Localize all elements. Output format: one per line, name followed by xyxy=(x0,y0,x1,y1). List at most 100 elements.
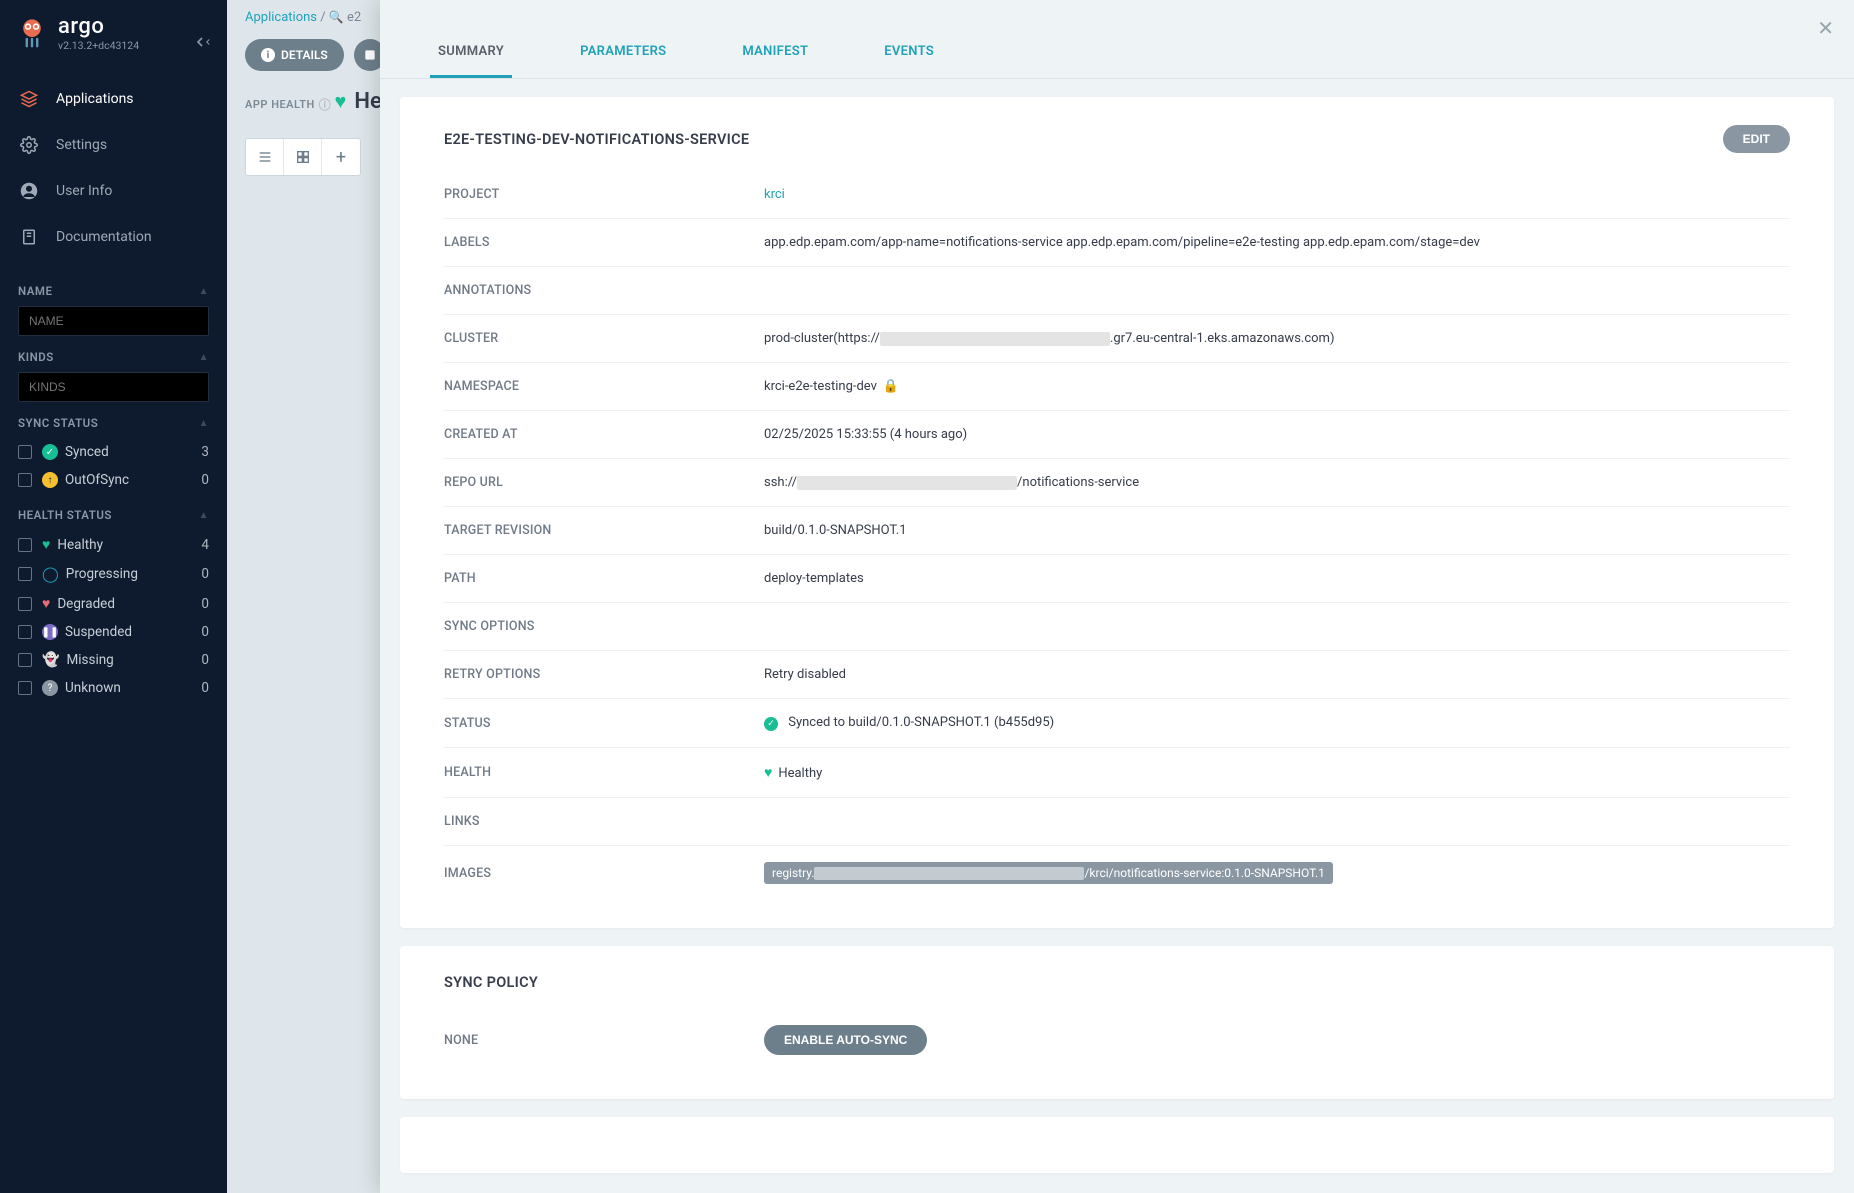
syncpolicy-title: SYNC POLICY xyxy=(444,974,538,991)
path-value: deploy-templates xyxy=(764,571,1790,586)
status-value: ✓ Synced to build/0.1.0-SNAPSHOT.1 (b455… xyxy=(764,715,1790,731)
filter-healthstatus-head: HEALTH STATUS xyxy=(18,508,112,522)
caret-up-icon[interactable]: ▲ xyxy=(199,286,209,297)
app-title: E2E-TESTING-DEV-NOTIFICATIONS-SERVICE xyxy=(444,131,749,148)
lock-icon: 🔒 xyxy=(883,379,899,394)
health-suspended-row[interactable]: ❚❚ Suspended 0 xyxy=(18,618,209,646)
filter-item-count: 0 xyxy=(201,472,209,488)
heart-icon: ♥ xyxy=(335,89,347,114)
enable-autosync-button[interactable]: ENABLE AUTO-SYNC xyxy=(764,1025,927,1055)
filter-kinds-input[interactable] xyxy=(18,372,209,402)
view-toolbar: + xyxy=(245,138,361,176)
broken-heart-icon: ♥ xyxy=(42,595,50,612)
nav-userinfo[interactable]: User Info xyxy=(0,168,227,214)
caret-up-icon[interactable]: ▲ xyxy=(199,418,209,429)
details-button[interactable]: i DETAILS xyxy=(245,39,344,71)
nav-documentation[interactable]: Documentation xyxy=(0,214,227,260)
field-label: CREATED AT xyxy=(444,427,764,442)
filter-item-count: 3 xyxy=(201,444,209,460)
checkbox-icon[interactable] xyxy=(18,597,32,611)
progressing-icon: ◯ xyxy=(42,565,59,583)
search-icon: 🔍 xyxy=(329,10,344,24)
health-progressing-row[interactable]: ◯ Progressing 0 xyxy=(18,559,209,589)
filter-item-label: Progressing xyxy=(66,566,138,582)
info-circle-icon: i xyxy=(261,48,275,62)
field-label: ANNOTATIONS xyxy=(444,283,764,298)
tab-manifest[interactable]: MANIFEST xyxy=(734,44,816,78)
health-degraded-row[interactable]: ♥ Degraded 0 xyxy=(18,589,209,618)
arrow-up-circle-icon: ↑ xyxy=(42,472,58,488)
field-label: SYNC OPTIONS xyxy=(444,619,764,634)
field-label: LINKS xyxy=(444,814,764,829)
pause-circle-icon: ❚❚ xyxy=(42,624,58,640)
nav-label: User Info xyxy=(56,183,112,199)
field-label: RETRY OPTIONS xyxy=(444,667,764,682)
tab-summary[interactable]: SUMMARY xyxy=(430,44,512,78)
checkbox-icon[interactable] xyxy=(18,625,32,639)
details-panel: ✕ SUMMARY PARAMETERS MANIFEST EVENTS E2E… xyxy=(380,0,1854,1193)
close-button[interactable]: ✕ xyxy=(1817,16,1834,40)
argo-logo-icon xyxy=(16,17,48,49)
checkbox-icon[interactable] xyxy=(18,538,32,552)
filter-item-label: Healthy xyxy=(57,537,103,553)
brand-version: v2.13.2+dc43124 xyxy=(58,39,139,52)
targetrev-value: build/0.1.0-SNAPSHOT.1 xyxy=(764,523,1790,538)
checkbox-icon[interactable] xyxy=(18,653,32,667)
health-missing-row[interactable]: 👻 Missing 0 xyxy=(18,646,209,674)
breadcrumb-root[interactable]: Applications xyxy=(245,10,317,25)
zoom-in-button[interactable]: + xyxy=(322,139,360,175)
tab-parameters[interactable]: PARAMETERS xyxy=(572,44,674,78)
sync-outofsync-row[interactable]: ↑ OutOfSync 0 xyxy=(18,466,209,494)
checkbox-icon[interactable] xyxy=(18,473,32,487)
nav-label: Settings xyxy=(56,137,107,153)
check-circle-icon: ✓ xyxy=(764,717,778,731)
health-value: ♥Healthy xyxy=(764,764,1790,781)
check-circle-icon: ✓ xyxy=(42,444,58,460)
sync-synced-row[interactable]: ✓ Synced 3 xyxy=(18,438,209,466)
brand-name: argo xyxy=(58,14,139,39)
createdat-value: 02/25/2025 15:33:55 (4 hours ago) xyxy=(764,427,1790,442)
health-healthy-row[interactable]: ♥ Healthy 4 xyxy=(18,530,209,559)
field-label: PATH xyxy=(444,571,764,586)
filter-syncstatus-head: SYNC STATUS xyxy=(18,416,98,430)
cluster-value: prod-cluster(https://.gr7.eu-central-1.e… xyxy=(764,331,1790,346)
caret-up-icon[interactable]: ▲ xyxy=(199,352,209,363)
panel-tabs: SUMMARY PARAMETERS MANIFEST EVENTS xyxy=(380,0,1854,79)
apphealth-label: APP HEALTH ⓘ xyxy=(245,96,331,113)
tree-view-button[interactable] xyxy=(246,139,284,175)
filter-name-input[interactable] xyxy=(18,306,209,336)
health-unknown-row[interactable]: ? Unknown 0 xyxy=(18,674,209,702)
layers-icon xyxy=(18,88,40,110)
checkbox-icon[interactable] xyxy=(18,567,32,581)
checkbox-icon[interactable] xyxy=(18,681,32,695)
filter-item-label: Degraded xyxy=(57,596,115,612)
caret-up-icon[interactable]: ▲ xyxy=(199,510,209,521)
filter-item-label: Synced xyxy=(65,444,109,460)
field-label: IMAGES xyxy=(444,866,764,881)
details-button-label: DETAILS xyxy=(281,48,328,62)
filter-item-count: 0 xyxy=(201,680,209,696)
nav-settings[interactable]: Settings xyxy=(0,122,227,168)
filter-item-label: Missing xyxy=(66,652,113,668)
filter-item-count: 0 xyxy=(201,596,209,612)
checkbox-icon[interactable] xyxy=(18,445,32,459)
namespace-value: krci-e2e-testing-dev🔒 xyxy=(764,379,1790,394)
filter-item-count: 0 xyxy=(201,566,209,582)
pods-view-button[interactable] xyxy=(284,139,322,175)
nav-applications[interactable]: Applications xyxy=(0,76,227,122)
syncpolicy-none-label: NONE xyxy=(444,1033,764,1048)
edit-button[interactable]: EDIT xyxy=(1723,125,1790,153)
help-circle-icon[interactable]: ⓘ xyxy=(319,96,332,113)
filter-item-label: Suspended xyxy=(65,624,132,640)
filter-item-count: 4 xyxy=(201,537,209,553)
filter-item-count: 0 xyxy=(201,624,209,640)
tab-events[interactable]: EVENTS xyxy=(876,44,942,78)
retry-value: Retry disabled xyxy=(764,667,1790,682)
collapse-sidebar-icon[interactable] xyxy=(192,34,213,54)
project-link[interactable]: krci xyxy=(764,187,785,202)
breadcrumb-search: e2 xyxy=(347,10,361,25)
question-circle-icon: ? xyxy=(42,680,58,696)
field-label: REPO URL xyxy=(444,475,764,490)
syncpolicy-card: SYNC POLICY NONE ENABLE AUTO-SYNC xyxy=(400,946,1834,1099)
repourl-value: ssh:///notifications-service xyxy=(764,475,1790,490)
